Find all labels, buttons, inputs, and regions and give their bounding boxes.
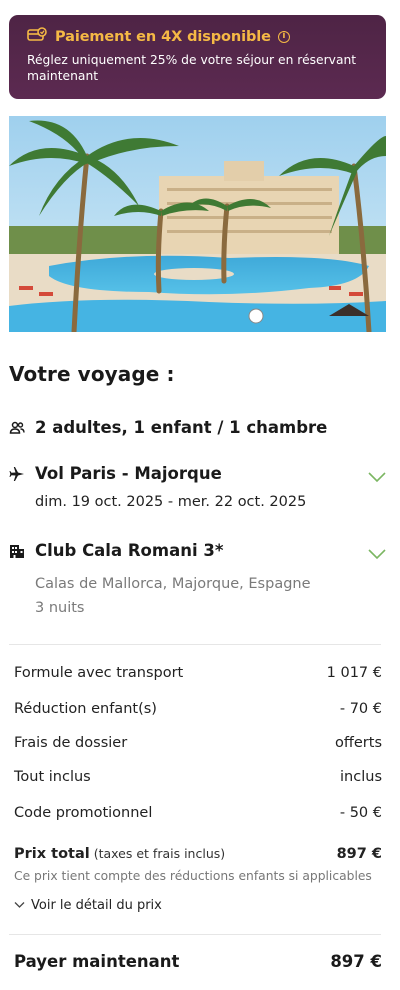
price-value: - 70 € xyxy=(339,701,382,717)
info-icon[interactable]: i xyxy=(277,31,290,43)
people-icon xyxy=(9,420,27,438)
price-detail-label: Voir le détail du prix xyxy=(31,898,162,913)
chevron-down-icon xyxy=(14,898,31,913)
trip-title: Votre voyage : xyxy=(9,362,175,386)
price-line: Formule avec transport 1 017 € xyxy=(14,665,382,685)
banner-text: Réglez uniquement 25% de votre séjour en… xyxy=(27,53,357,83)
price-line: Frais de dossier offerts xyxy=(14,735,382,755)
chevron-down-icon[interactable] xyxy=(368,468,386,483)
hotel-title: Club Cala Romani 3* xyxy=(35,541,224,560)
price-value: 1 017 € xyxy=(326,665,382,681)
travelers-text: 2 adultes, 1 enfant / 1 chambre xyxy=(35,418,328,437)
price-label: Frais de dossier xyxy=(14,735,128,751)
hotel-nights: 3 nuits xyxy=(35,600,85,616)
chevron-down-icon[interactable] xyxy=(368,545,386,560)
flight-dates: dim. 19 oct. 2025 - mer. 22 oct. 2025 xyxy=(35,494,307,510)
total-value: 897 € xyxy=(336,846,382,862)
price-line: Code promotionnel - 50 € xyxy=(14,805,382,825)
flight-row[interactable]: Vol Paris - Majorque dim. 19 oct. 2025 -… xyxy=(9,464,386,514)
price-line: Réduction enfant(s) - 70 € xyxy=(14,701,382,721)
price-value: inclus xyxy=(340,769,382,785)
pay-now-label: Payer maintenant xyxy=(14,952,180,971)
flight-title: Vol Paris - Majorque xyxy=(35,464,222,483)
payment-4x-banner[interactable]: Paiement en 4X disponible i Réglez uniqu… xyxy=(9,15,386,99)
total-price-line: Prix total (taxes et frais inclus) 897 € xyxy=(14,846,382,866)
price-note: Ce prix tient compte des réductions enfa… xyxy=(14,869,372,883)
total-sublabel: (taxes et frais inclus) xyxy=(93,846,226,861)
card-icon xyxy=(27,27,47,47)
price-label: Réduction enfant(s) xyxy=(14,701,157,717)
travelers-row: 2 adultes, 1 enfant / 1 chambre xyxy=(9,418,386,440)
price-label: Code promotionnel xyxy=(14,805,153,821)
building-icon xyxy=(9,543,27,561)
hotel-row[interactable]: Club Cala Romani 3* Calas de Mallorca, M… xyxy=(9,541,386,621)
total-label-group: Prix total (taxes et frais inclus) xyxy=(14,846,225,862)
hotel-location: Calas de Mallorca, Majorque, Espagne xyxy=(35,576,311,592)
plane-icon xyxy=(9,466,27,484)
price-value: - 50 € xyxy=(339,805,382,821)
pay-now-value: 897 € xyxy=(330,952,382,971)
price-label: Tout inclus xyxy=(14,769,91,785)
price-line: Tout inclus inclus xyxy=(14,769,382,789)
price-value: offerts xyxy=(335,735,382,751)
price-label: Formule avec transport xyxy=(14,665,184,681)
total-label: Prix total xyxy=(14,846,90,862)
hotel-photo xyxy=(9,116,386,332)
banner-title: Paiement en 4X disponible xyxy=(55,29,271,45)
price-detail-link[interactable]: Voir le détail du prix xyxy=(14,898,162,913)
divider xyxy=(9,934,381,935)
divider xyxy=(9,644,381,645)
